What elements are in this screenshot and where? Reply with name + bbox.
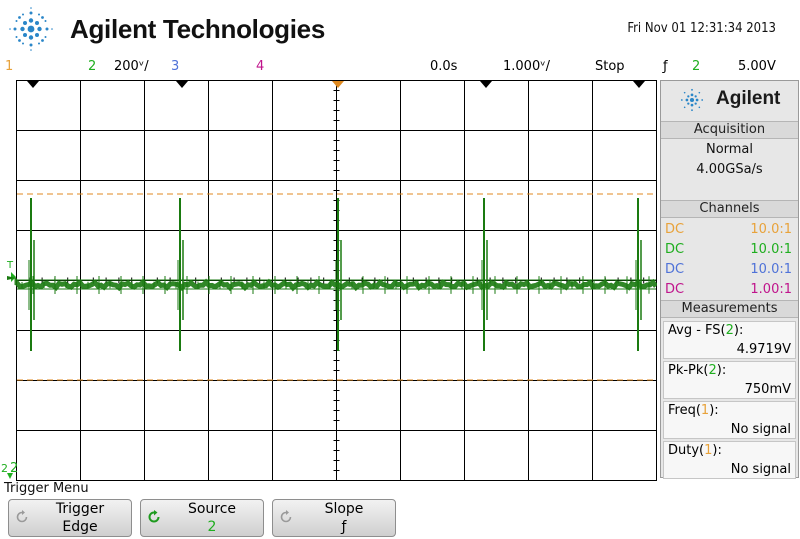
run-state: Stop bbox=[595, 59, 625, 74]
measurements-title: Measurements bbox=[661, 300, 798, 318]
agilent-spark-small-icon bbox=[680, 88, 704, 112]
rotate-knob-active-icon bbox=[148, 510, 160, 523]
measurement-value: 4.9719V bbox=[736, 342, 791, 357]
channel-status-bar: 1 2 200ᵛ/ 3 4 0.0s 1.000ᵛ/ Stop ƒ 2 5.00… bbox=[0, 58, 800, 78]
measurement-name: Avg - FS(2): bbox=[668, 323, 743, 338]
channel-coupling: DC bbox=[665, 282, 685, 297]
softkey-label: Source bbox=[187, 501, 237, 517]
menu-title: Trigger Menu bbox=[4, 481, 89, 496]
trigger-level: 5.00V bbox=[738, 59, 776, 74]
measurement-label-suffix: ): bbox=[709, 403, 719, 418]
channel-coupling: DC bbox=[665, 262, 685, 277]
softkey-label: Trigger bbox=[55, 501, 105, 517]
channel-probe-ratio: 10.0:1 bbox=[750, 262, 792, 277]
time-scale: 1.000ᵛ/ bbox=[503, 59, 551, 74]
measurement-value: No signal bbox=[730, 422, 791, 437]
ground-marker-arrow-icon bbox=[7, 473, 13, 479]
measurement-item: Duty(1): No signal bbox=[663, 441, 796, 479]
measurement-item: Pk-Pk(2): 750mV bbox=[663, 361, 796, 399]
time-marker-icon bbox=[633, 81, 645, 88]
channel-4-indicator[interactable]: 4 bbox=[256, 59, 264, 74]
acquisition-mode: Normal bbox=[705, 142, 754, 157]
channel-probe-ratio: 10.0:1 bbox=[750, 242, 792, 257]
measurement-value: No signal bbox=[730, 462, 791, 477]
rotate-knob-icon bbox=[280, 510, 292, 523]
acquisition-sample-rate: 4.00GSa/s bbox=[696, 162, 763, 177]
measurement-channel: 2 bbox=[725, 323, 734, 338]
info-side-panel: Agilent Acquisition Normal 4.00GSa/s Cha… bbox=[660, 80, 799, 479]
channel-1-indicator[interactable]: 1 bbox=[5, 59, 13, 74]
measurement-name: Duty(1): bbox=[668, 443, 722, 458]
channel-2-indicator[interactable]: 2 bbox=[88, 59, 96, 74]
brand-title: Agilent Technologies bbox=[70, 14, 325, 44]
trigger-type-softkey[interactable]: Trigger Edge bbox=[8, 499, 132, 537]
measurement-label-suffix: ): bbox=[712, 443, 722, 458]
channel-probe-ratio: 10.0:1 bbox=[750, 222, 792, 237]
trigger-level-marker: T bbox=[6, 260, 14, 271]
measurement-item: Freq(1): No signal bbox=[663, 401, 796, 439]
date-time: Fri Nov 01 12:31:34 2013 bbox=[627, 21, 776, 36]
channel-coupling: DC bbox=[665, 242, 685, 257]
softkey-value: 2 bbox=[207, 519, 217, 535]
header: Agilent Technologies Fri Nov 01 12:31:34… bbox=[0, 0, 800, 58]
trigger-source: 2 bbox=[692, 59, 701, 74]
channels-title: Channels bbox=[661, 200, 798, 218]
measurement-label: Pk-Pk( bbox=[668, 363, 709, 378]
measurement-value: 750mV bbox=[744, 382, 791, 397]
measurement-name: Freq(1): bbox=[668, 403, 719, 418]
measurement-item: Avg - FS(2): 4.9719V bbox=[663, 321, 796, 359]
acquisition-title: Acquisition bbox=[661, 121, 798, 139]
measurement-channel: 2 bbox=[708, 363, 717, 378]
trigger-slope-icon: ƒ bbox=[663, 59, 668, 74]
measurement-channel: 1 bbox=[700, 403, 710, 418]
time-marker-icon bbox=[176, 81, 188, 88]
ground-marker-label-small: 2 bbox=[1, 462, 8, 475]
rising-slope-icon: ƒ bbox=[341, 519, 347, 535]
time-delay: 0.0s bbox=[430, 59, 458, 74]
measurement-name: Pk-Pk(2): bbox=[668, 363, 726, 378]
softkey-label: Slope bbox=[324, 501, 364, 517]
time-marker-icon bbox=[480, 81, 492, 88]
trigger-source-softkey[interactable]: Source 2 bbox=[140, 499, 264, 537]
time-marker-icon bbox=[27, 81, 39, 88]
trigger-slope-softkey[interactable]: Slope ƒ bbox=[272, 499, 396, 537]
channel-coupling: DC bbox=[665, 222, 685, 237]
softkey-value: Edge bbox=[62, 519, 98, 535]
measurement-label-suffix: ): bbox=[733, 323, 744, 338]
measurement-label: Freq( bbox=[668, 403, 701, 418]
measurement-label: Avg - FS( bbox=[668, 323, 726, 338]
channel-2-scale: 200ᵛ/ bbox=[114, 59, 149, 74]
panel-logo-text: Agilent bbox=[716, 88, 781, 109]
channel-3-indicator[interactable]: 3 bbox=[171, 59, 179, 74]
rotate-knob-icon bbox=[16, 510, 28, 523]
waveform-display[interactable]: T 2 2 bbox=[0, 80, 657, 481]
measurement-label: Duty( bbox=[668, 443, 705, 458]
trigger-position-marker-icon bbox=[332, 81, 344, 88]
measurement-label-suffix: ): bbox=[716, 363, 727, 378]
channel-probe-ratio: 1.00:1 bbox=[750, 282, 792, 297]
agilent-spark-logo-icon bbox=[9, 7, 53, 51]
